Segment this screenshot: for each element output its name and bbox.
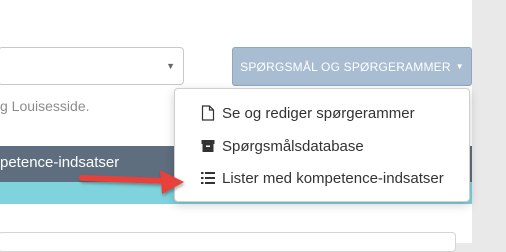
- file-icon: [201, 105, 215, 121]
- section-title: petence-indsatser: [0, 154, 120, 171]
- menu-item-question-database[interactable]: Spørgsmålsdatabase: [201, 134, 364, 158]
- select-caret-icon: ▼: [166, 61, 175, 71]
- menu-item-label: Se og rediger spørgerammer: [222, 104, 415, 122]
- menu-item-label: Spørgsmålsdatabase: [222, 137, 364, 155]
- questions-menu-button[interactable]: SPØRGSMÅL OG SPØRGERAMMER ▼: [232, 47, 472, 86]
- dropdown-select[interactable]: ▼: [0, 47, 184, 85]
- menu-item-edit-frameworks[interactable]: Se og rediger spørgerammer: [201, 101, 415, 125]
- dropdown-menu: Se og rediger spørgerammer Spørgsmålsdat…: [174, 88, 470, 202]
- caret-down-icon: ▼: [455, 62, 464, 71]
- list-icon: [201, 172, 215, 184]
- questions-menu-button-label: SPØRGSMÅL OG SPØRGERAMMER: [240, 59, 451, 74]
- menu-item-label: Lister med kompetence-indsatser: [222, 169, 444, 187]
- menu-item-competence-lists[interactable]: Lister med kompetence-indsatser: [201, 166, 444, 190]
- hint-text: g Louisesside.: [0, 98, 90, 114]
- archive-box-icon: [201, 140, 215, 152]
- text-input[interactable]: [0, 232, 456, 252]
